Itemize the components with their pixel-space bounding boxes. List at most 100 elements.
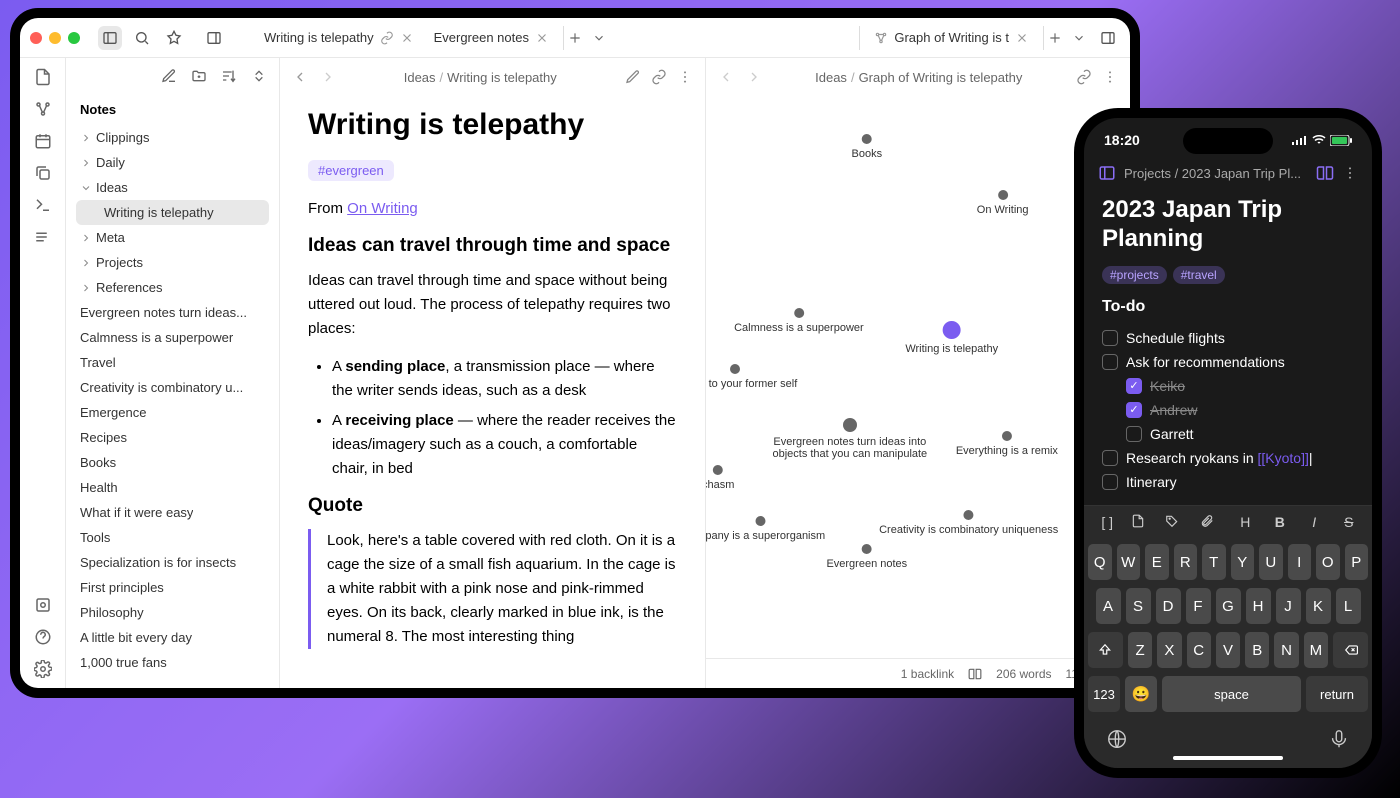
todo-item[interactable]: ✓Keiko <box>1102 374 1354 398</box>
key[interactable]: O <box>1316 544 1340 580</box>
brackets-icon[interactable]: [ ] <box>1096 514 1118 530</box>
graph-node[interactable]: Books <box>852 134 883 160</box>
file-row[interactable]: Creativity is combinatory u... <box>76 375 269 400</box>
checkbox-icon[interactable]: ✓ <box>1126 402 1142 418</box>
sidebar-toggle-icon[interactable] <box>98 26 122 50</box>
key[interactable]: M <box>1304 632 1328 668</box>
phone-content[interactable]: 2023 Japan Trip Planning #projects#trave… <box>1084 190 1372 505</box>
graph-node[interactable]: Everything is a remix <box>956 431 1058 457</box>
todo-item[interactable]: ✓Andrew <box>1102 398 1354 422</box>
todo-item[interactable]: Itinerary <box>1102 470 1354 494</box>
folder-row[interactable]: Ideas <box>76 175 269 200</box>
tag-icon[interactable] <box>1165 514 1187 530</box>
sidebar-toggle-icon[interactable] <box>1098 164 1116 182</box>
tab[interactable]: Evergreen notes <box>424 18 559 57</box>
checkbox-icon[interactable] <box>1126 426 1142 442</box>
breadcrumb[interactable]: Ideas/Graph of Writing is telepathy <box>772 70 1067 85</box>
tag-chip[interactable]: #evergreen <box>308 160 394 181</box>
tag-chip[interactable]: #travel <box>1173 266 1225 284</box>
edit-icon[interactable] <box>625 69 641 85</box>
key[interactable]: Y <box>1231 544 1255 580</box>
sync-icon[interactable] <box>34 228 52 246</box>
tab[interactable]: Writing is telepathy <box>254 18 424 57</box>
backlink-count[interactable]: 1 backlink <box>901 667 954 681</box>
file-row[interactable]: First principles <box>76 575 269 600</box>
file-icon[interactable] <box>1131 514 1153 530</box>
mic-icon[interactable] <box>1328 728 1350 750</box>
back-button[interactable] <box>292 69 308 85</box>
key[interactable]: D <box>1156 588 1181 624</box>
file-row[interactable]: Philosophy <box>76 600 269 625</box>
file-row[interactable]: A little bit every day <box>76 625 269 650</box>
folder-row[interactable]: Clippings <box>76 125 269 150</box>
file-row[interactable]: Writing is telepathy <box>76 200 269 225</box>
tab-overflow-button[interactable] <box>1072 31 1096 45</box>
minimize-window[interactable] <box>49 32 61 44</box>
key-emoji[interactable]: 😀 <box>1125 676 1157 712</box>
graph-node[interactable]: Calmness is a superpower <box>734 308 864 334</box>
link-icon[interactable] <box>1076 69 1092 85</box>
key[interactable]: B <box>1245 632 1269 668</box>
graph-node[interactable]: Evergreen notes <box>826 544 907 570</box>
key[interactable]: K <box>1306 588 1331 624</box>
graph-canvas[interactable]: Books On Writing Calmness is a superpower W… <box>706 96 1131 658</box>
key[interactable]: S <box>1126 588 1151 624</box>
graph-node[interactable]: Evergreen notes turn ideas into objects … <box>770 418 930 460</box>
key[interactable]: X <box>1157 632 1181 668</box>
file-row[interactable]: Emergence <box>76 400 269 425</box>
copy-icon[interactable] <box>34 164 52 182</box>
reader-icon[interactable] <box>1316 164 1334 182</box>
more-icon[interactable] <box>677 69 693 85</box>
book-icon[interactable] <box>968 667 982 681</box>
file-row[interactable]: Calmness is a superpower <box>76 325 269 350</box>
heading-icon[interactable]: H <box>1234 514 1256 530</box>
settings-icon[interactable] <box>34 660 52 678</box>
forward-button[interactable] <box>320 69 336 85</box>
help-icon[interactable] <box>34 628 52 646</box>
italic-icon[interactable]: I <box>1303 514 1325 530</box>
new-folder-icon[interactable] <box>191 68 207 84</box>
checkbox-icon[interactable] <box>1102 450 1118 466</box>
key[interactable]: R <box>1174 544 1198 580</box>
folder-row[interactable]: References <box>76 275 269 300</box>
key[interactable]: L <box>1336 588 1361 624</box>
layout-icon[interactable] <box>202 26 226 50</box>
key[interactable]: C <box>1187 632 1211 668</box>
tab[interactable]: Graph of Writing is t <box>864 18 1039 57</box>
vault-icon[interactable] <box>34 596 52 614</box>
file-row[interactable]: Travel <box>76 350 269 375</box>
close-icon[interactable] <box>400 31 414 45</box>
home-indicator[interactable] <box>1173 756 1283 760</box>
graph-node[interactable]: Creativity is combinatory uniqueness <box>879 510 1058 536</box>
key[interactable]: T <box>1202 544 1226 580</box>
key-shift[interactable] <box>1088 632 1123 668</box>
key[interactable]: V <box>1216 632 1240 668</box>
file-row[interactable]: What if it were easy <box>76 500 269 525</box>
collapse-icon[interactable] <box>251 68 267 84</box>
key[interactable]: H <box>1246 588 1271 624</box>
files-icon[interactable] <box>34 68 52 86</box>
key[interactable]: W <box>1117 544 1141 580</box>
note-content[interactable]: Writing is telepathy #evergreen From On … <box>280 96 705 675</box>
key[interactable]: G <box>1216 588 1241 624</box>
key[interactable]: U <box>1259 544 1283 580</box>
key[interactable]: P <box>1345 544 1369 580</box>
graph-node[interactable]: On Writing <box>977 190 1029 216</box>
back-button[interactable] <box>718 69 734 85</box>
key-delete[interactable] <box>1333 632 1368 668</box>
key[interactable]: I <box>1288 544 1312 580</box>
new-tab-button[interactable] <box>568 31 592 45</box>
folder-row[interactable]: Daily <box>76 150 269 175</box>
graph-node[interactable]: Writing is telepathy <box>905 321 998 355</box>
key[interactable]: J <box>1276 588 1301 624</box>
todo-item[interactable]: Ask for recommendations <box>1102 350 1354 374</box>
sort-icon[interactable] <box>221 68 237 84</box>
tab-overflow-button[interactable] <box>592 31 616 45</box>
key[interactable]: Z <box>1128 632 1152 668</box>
more-icon[interactable] <box>1342 165 1358 181</box>
new-tab-button[interactable] <box>1048 31 1072 45</box>
todo-item[interactable]: Garrett <box>1102 422 1354 446</box>
terminal-icon[interactable] <box>34 196 52 214</box>
breadcrumb[interactable]: Ideas/Writing is telepathy <box>346 70 615 85</box>
folder-row[interactable]: Meta <box>76 225 269 250</box>
